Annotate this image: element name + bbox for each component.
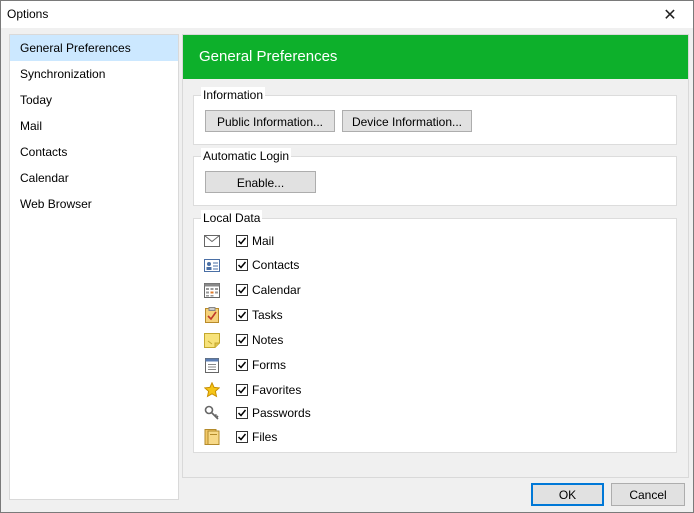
automatic-login-legend: Automatic Login (201, 148, 292, 164)
options-window: Options ✕ General Preferences Synchroniz… (0, 0, 694, 513)
folder-icon (204, 429, 220, 445)
contacts-label: Contacts (252, 258, 300, 272)
notes-label: Notes (252, 333, 284, 347)
automatic-login-group: Automatic Login Enable... (193, 148, 677, 206)
sidebar-item-synchronization[interactable]: Synchronization (10, 61, 178, 87)
close-icon: ✕ (663, 6, 677, 24)
public-information-button[interactable]: Public Information... (205, 110, 335, 132)
local-data-files-row: Files (204, 427, 277, 447)
sidebar-item-today[interactable]: Today (10, 87, 178, 113)
sticky-note-icon (204, 332, 220, 348)
device-information-button[interactable]: Device Information... (342, 110, 472, 132)
mail-label: Mail (252, 234, 275, 248)
cancel-button[interactable]: Cancel (611, 483, 685, 506)
sidebar-item-calendar[interactable]: Calendar (10, 165, 178, 191)
local-data-passwords-row: Passwords (204, 403, 311, 423)
local-data-mail-row: Mail (204, 231, 274, 251)
forms-label: Forms (252, 358, 286, 372)
sidebar-item-mail[interactable]: Mail (10, 113, 178, 139)
local-data-tasks-row: Tasks (204, 305, 283, 325)
page-title: General Preferences (183, 35, 688, 79)
sidebar-item-general-preferences[interactable]: General Preferences (10, 35, 178, 61)
local-data-calendar-row: Calendar (204, 280, 301, 300)
local-data-notes-row: Notes (204, 330, 283, 350)
passwords-label: Passwords (252, 406, 311, 420)
favorites-label: Favorites (252, 383, 302, 397)
forms-checkbox[interactable] (236, 359, 248, 371)
calendar-icon (204, 282, 220, 298)
local-data-group: Local Data Mail Contacts Calendar Tasks … (193, 210, 677, 453)
local-data-favorites-row: Favorites (204, 380, 301, 400)
local-data-forms-row: Forms (204, 355, 286, 375)
local-data-contacts-row: Contacts (204, 255, 299, 275)
files-checkbox[interactable] (236, 431, 248, 443)
star-icon (204, 382, 220, 398)
files-label: Files (252, 430, 278, 444)
information-legend: Information (201, 87, 266, 103)
form-icon (204, 357, 220, 373)
notes-checkbox[interactable] (236, 334, 248, 346)
passwords-checkbox[interactable] (236, 407, 248, 419)
sidebar-item-web-browser[interactable]: Web Browser (10, 191, 178, 217)
title-bar: Options ✕ (1, 1, 693, 28)
favorites-checkbox[interactable] (236, 384, 248, 396)
sidebar: General Preferences Synchronization Toda… (9, 34, 179, 500)
tasks-checkbox[interactable] (236, 309, 248, 321)
sidebar-item-contacts[interactable]: Contacts (10, 139, 178, 165)
keys-icon (204, 405, 220, 421)
close-button[interactable]: ✕ (647, 1, 693, 28)
tasks-clipboard-icon (204, 307, 220, 323)
envelope-icon (204, 233, 220, 249)
content-panel: General Preferences Information Public I… (182, 34, 689, 478)
contact-card-icon (204, 257, 220, 273)
mail-checkbox[interactable] (236, 235, 248, 247)
information-group: Information Public Information... Device… (193, 87, 677, 145)
calendar-label: Calendar (252, 283, 301, 297)
calendar-checkbox[interactable] (236, 284, 248, 296)
local-data-legend: Local Data (201, 210, 263, 226)
contacts-checkbox[interactable] (236, 259, 248, 271)
tasks-label: Tasks (252, 308, 283, 322)
window-title: Options (7, 7, 49, 21)
enable-button[interactable]: Enable... (205, 171, 316, 193)
ok-button[interactable]: OK (531, 483, 604, 506)
